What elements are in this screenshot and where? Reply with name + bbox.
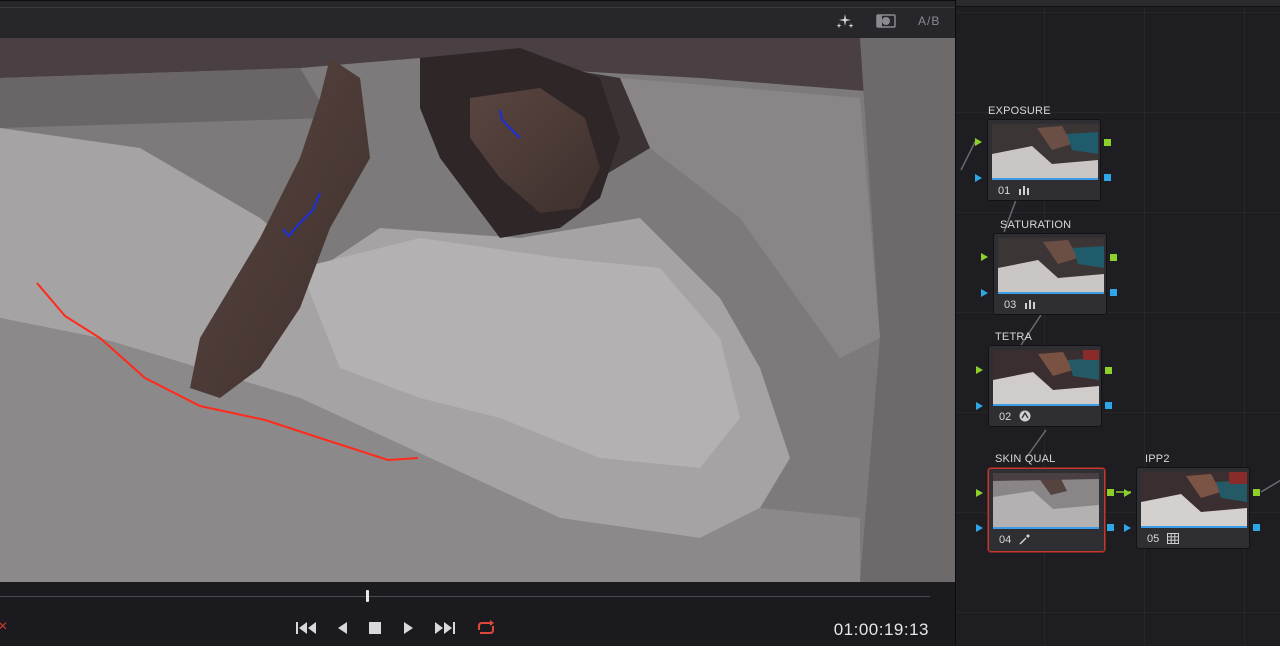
- node-label: SKIN QUAL: [995, 453, 1056, 465]
- timecode: 01:00:19:13: [833, 620, 929, 639]
- node-thumbnail: [993, 350, 1099, 404]
- close-icon[interactable]: ×: [0, 618, 7, 636]
- node-graph[interactable]: EXPOSURE 01 SATURATION 03 TETRA 02 SKIN …: [955, 0, 1280, 646]
- node-label: IPP2: [1145, 453, 1170, 465]
- node-output-rgb[interactable]: [1105, 367, 1112, 374]
- node-input-key[interactable]: [1124, 524, 1131, 532]
- node-number: 02: [999, 411, 1012, 423]
- node-thumbnail: [1141, 472, 1247, 526]
- go-to-first-frame-icon[interactable]: [294, 618, 318, 638]
- node-output-key[interactable]: [1107, 524, 1114, 531]
- node-ipp2[interactable]: IPP2 05: [1124, 453, 1260, 549]
- node-number: 05: [1147, 533, 1160, 545]
- node-thumbnail: [998, 238, 1104, 292]
- viewer-image[interactable]: [0, 38, 955, 582]
- node-progress-bar: [993, 527, 1099, 529]
- eyedropper-icon: [1019, 533, 1031, 545]
- node-input-rgb[interactable]: [1124, 489, 1131, 497]
- loop-icon[interactable]: [474, 618, 498, 638]
- play-icon[interactable]: [397, 618, 421, 638]
- node-progress-bar: [992, 178, 1098, 180]
- sparkle-icon[interactable]: [835, 13, 855, 29]
- node-saturation[interactable]: SATURATION 03: [981, 219, 1117, 315]
- node-output-rgb[interactable]: [1104, 139, 1111, 146]
- node-skin-qual[interactable]: SKIN QUAL 04: [976, 453, 1114, 552]
- play-reverse-icon[interactable]: [330, 618, 354, 638]
- playhead[interactable]: [366, 590, 369, 602]
- node-input-key[interactable]: [975, 174, 982, 182]
- scrubber-track[interactable]: [0, 596, 930, 597]
- node-output-key[interactable]: [1105, 402, 1112, 409]
- node-label: SATURATION: [1000, 219, 1072, 231]
- highlight-mode-icon[interactable]: [876, 13, 896, 29]
- go-to-last-frame-icon[interactable]: [433, 618, 457, 638]
- node-input-key[interactable]: [976, 524, 983, 532]
- bars-icon: [1018, 184, 1030, 196]
- node-tetra[interactable]: TETRA 02: [976, 331, 1112, 427]
- bars-icon: [1024, 298, 1036, 310]
- node-number: 01: [998, 185, 1011, 197]
- node-input-rgb[interactable]: [975, 138, 982, 146]
- transport-controls: × 01:00:19:13: [0, 610, 955, 646]
- node-progress-bar: [1141, 526, 1247, 528]
- node-output-key[interactable]: [1104, 174, 1111, 181]
- node-progress-bar: [993, 404, 1099, 406]
- node-input-key[interactable]: [981, 289, 988, 297]
- circle-icon: [1019, 410, 1031, 422]
- node-label: EXPOSURE: [988, 105, 1051, 117]
- node-input-key[interactable]: [976, 402, 983, 410]
- node-number: 03: [1004, 299, 1017, 311]
- node-output-key[interactable]: [1253, 524, 1260, 531]
- node-exposure[interactable]: EXPOSURE 01: [975, 105, 1111, 201]
- node-output-key[interactable]: [1110, 289, 1117, 296]
- viewer-panel: A/B × 01:00:19:13: [0, 0, 955, 646]
- node-input-rgb[interactable]: [976, 489, 983, 497]
- node-output-rgb[interactable]: [1107, 489, 1114, 496]
- node-number: 04: [999, 534, 1012, 546]
- grid-icon: [1167, 532, 1179, 544]
- timeline-scrubber[interactable]: [0, 582, 955, 610]
- node-progress-bar: [998, 292, 1104, 294]
- node-input-rgb[interactable]: [976, 366, 983, 374]
- stop-icon[interactable]: [363, 618, 387, 638]
- ab-compare-button[interactable]: A/B: [918, 14, 940, 28]
- node-output-rgb[interactable]: [1253, 489, 1260, 496]
- viewer-toolbar: A/B: [0, 0, 955, 38]
- node-input-rgb[interactable]: [981, 253, 988, 261]
- node-thumbnail: [993, 473, 1099, 527]
- node-output-rgb[interactable]: [1110, 254, 1117, 261]
- node-label: TETRA: [995, 331, 1033, 343]
- node-thumbnail: [992, 124, 1098, 178]
